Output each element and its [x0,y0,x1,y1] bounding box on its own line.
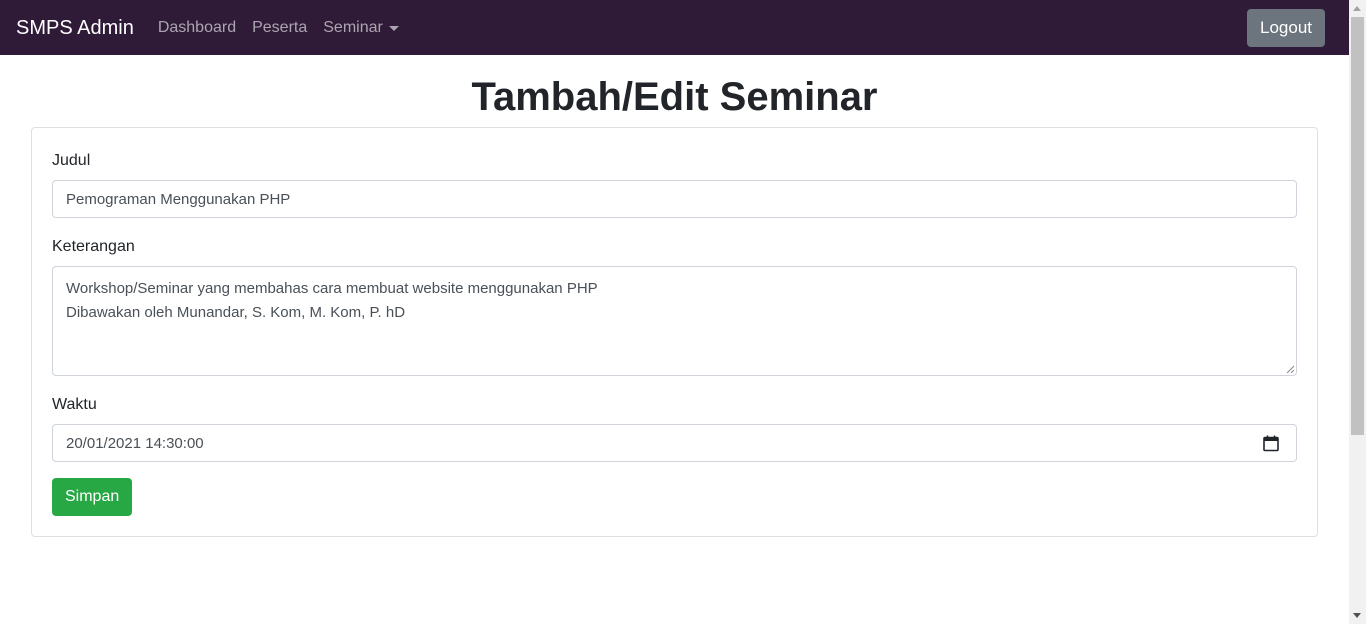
browser-viewport: SMPS Admin Dashboard Peserta Seminar Log… [0,0,1366,624]
page-title: Tambah/Edit Seminar [471,75,878,119]
scroll-down-icon[interactable] [1353,613,1361,618]
nav-link-dashboard[interactable]: Dashboard [150,19,244,36]
chevron-down-icon [388,26,399,31]
waktu-datetime-input[interactable]: 20/01/2021 14:30:00 [52,424,1297,462]
keterangan-line-1: Workshop/Seminar yang membahas cara memb… [66,280,598,297]
nav-dropdown-seminar[interactable]: Seminar [315,18,407,36]
judul-input-value: Pemograman Menggunakan PHP [66,190,291,208]
seminar-form-card: Judul Pemograman Menggunakan PHP Keteran… [31,127,1318,537]
simpan-button[interactable]: Simpan [52,478,133,516]
scrollbar-thumb[interactable] [1351,17,1364,435]
keterangan-textarea[interactable]: Workshop/Seminar yang membahas cara memb… [52,266,1297,376]
navbar: SMPS Admin Dashboard Peserta Seminar Log… [0,0,1349,55]
resize-handle-icon[interactable] [1286,365,1294,373]
judul-label: Judul [52,152,91,169]
keterangan-line-2: Dibawakan oleh Munandar, S. Kom, M. Kom,… [66,304,406,321]
scroll-up-icon[interactable] [1353,6,1361,11]
nav-link-peserta[interactable]: Peserta [244,19,315,36]
page: SMPS Admin Dashboard Peserta Seminar Log… [0,0,1349,624]
judul-input[interactable]: Pemograman Menggunakan PHP [52,180,1297,218]
waktu-input-value: 20/01/2021 14:30:00 [66,434,204,452]
nav-link-seminar-label: Seminar [323,18,383,36]
logout-button[interactable]: Logout [1247,8,1325,47]
calendar-icon[interactable] [1262,434,1280,452]
vertical-scrollbar[interactable] [1349,0,1366,624]
navbar-brand[interactable]: SMPS Admin [16,18,134,38]
waktu-label: Waktu [52,396,97,413]
keterangan-label: Keterangan [52,238,135,255]
